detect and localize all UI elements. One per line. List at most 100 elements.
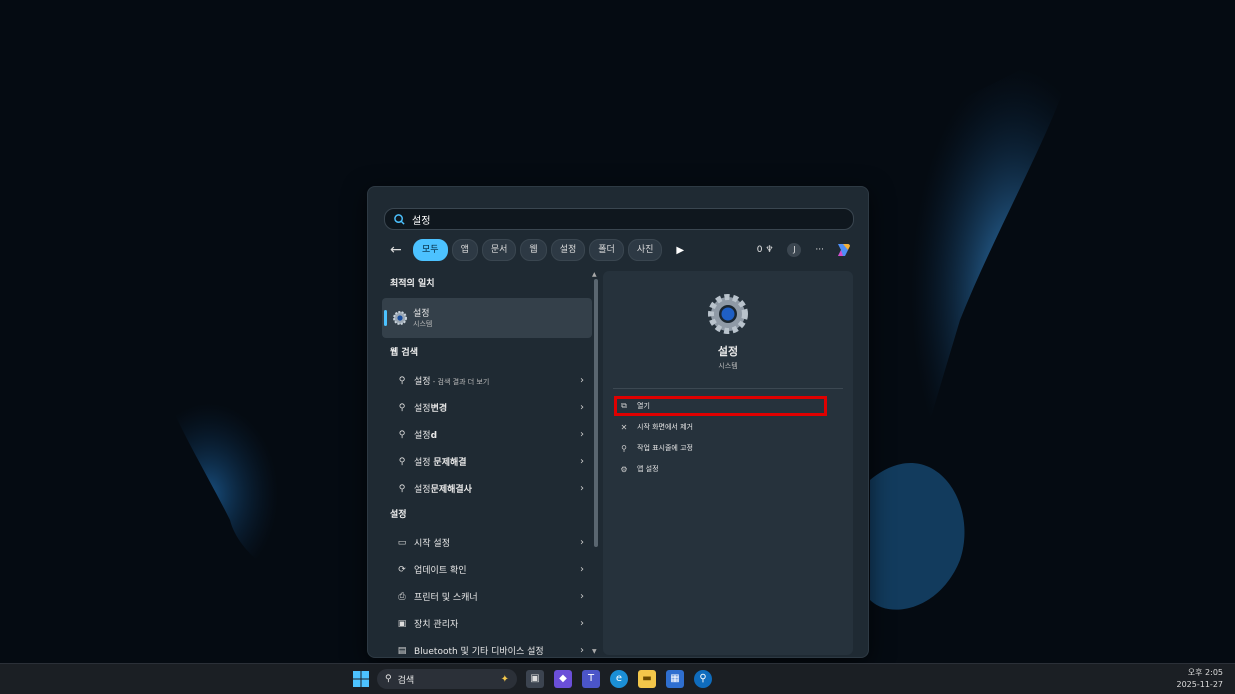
search-icon: ⚲ <box>398 483 406 494</box>
settings-result-item[interactable]: ▤ Bluetooth 및 기타 디바이스 설정 › <box>382 637 592 655</box>
web-result-label: 설정문제해결사 <box>414 485 472 495</box>
bluetooth-devices-icon: ▤ <box>397 645 407 656</box>
unpin-icon: ✕ <box>620 422 628 432</box>
sparkle-icon: ✦ <box>500 673 509 685</box>
search-icon: ⚲ <box>398 402 406 413</box>
start-search-panel: ← 모두 앱 문서 웹 설정 폴더 사진 ▶ 0 ♆ J ··· 최적의 일치 … <box>367 186 869 658</box>
chevron-right-icon: › <box>580 618 584 629</box>
best-match-item[interactable]: 설정 시스템 <box>382 298 592 338</box>
app-settings-label: 앱 설정 <box>637 465 659 473</box>
settings-result-item[interactable]: ▭ 시작 설정 › <box>382 529 592 556</box>
settings-result-label: 시작 설정 <box>414 539 450 549</box>
web-result-label: 설정변경 <box>414 404 448 414</box>
tab-apps[interactable]: 앱 <box>451 239 478 261</box>
settings-result-label: Bluetooth 및 기타 디바이스 설정 <box>414 647 544 655</box>
clock-date: 2025-11-27 <box>1176 680 1224 689</box>
taskbar: ⚲ 검색 ✦ ▣ ◆ T e ▬ ▦ ⚲ 오후 2:05 2025-11-27 <box>0 663 1235 694</box>
clock-time: 오후 2:05 <box>1187 668 1223 677</box>
settings-result-label: 업데이트 확인 <box>414 566 467 576</box>
settings-result-item[interactable]: ⟳ 업데이트 확인 › <box>382 556 592 583</box>
tab-all[interactable]: 모두 <box>413 239 448 261</box>
chevron-right-icon: › <box>580 591 584 602</box>
web-result-item[interactable]: ⚲ 설정 - 검색 결과 더 보기 › <box>382 367 592 394</box>
search-icon: ⚲ <box>385 674 392 684</box>
results-list: 최적의 일치 설정 시스템 웹 검색 ⚲ 설정 - 검색 결과 더 보기 › ⚲… <box>382 271 592 655</box>
chevron-right-icon: › <box>580 537 584 548</box>
copilot-icon[interactable]: ◆ <box>554 670 572 688</box>
filter-bar: ← 모두 앱 문서 웹 설정 폴더 사진 ▶ <box>390 239 684 261</box>
web-result-item[interactable]: ⚲ 설정변경 › <box>382 394 592 421</box>
search-icon: ⚲ <box>398 429 406 440</box>
pin-icon: ⚲ <box>621 443 627 453</box>
tab-settings[interactable]: 설정 <box>550 239 586 261</box>
scroll-up-icon[interactable]: ▲ <box>592 271 597 278</box>
chevron-right-icon: › <box>580 483 584 494</box>
web-result-label: 설정 - 검색 결과 더 보기 <box>414 377 490 387</box>
selection-indicator <box>384 310 387 326</box>
gear-icon: ⚙ <box>620 464 628 474</box>
search-input[interactable] <box>410 212 814 226</box>
best-match-heading: 최적의 일치 <box>390 279 435 289</box>
highlight-box <box>614 396 827 416</box>
refresh-icon: ⟳ <box>398 564 406 575</box>
tab-folders[interactable]: 폴더 <box>589 239 624 261</box>
rewards-points[interactable]: 0 ♆ <box>757 245 774 255</box>
tab-photos[interactable]: 사진 <box>627 239 663 261</box>
results-scrollbar[interactable]: ▲ ▼ <box>592 271 600 655</box>
edge-icon[interactable]: e <box>610 670 628 688</box>
trophy-icon: ♆ <box>765 245 774 255</box>
preview-pane: 설정 시스템 ⧉ 열기 ✕ 시작 화면에서 제거 ⚲ 작업 표시줄에 고정 ⚙ … <box>603 271 853 655</box>
web-result-item[interactable]: ⚲ 설정d › <box>382 421 592 448</box>
app-settings-action[interactable]: ⚙ 앱 설정 <box>619 461 659 477</box>
web-result-label: 설정 문제해결 <box>414 458 467 468</box>
task-view-icon[interactable]: ▣ <box>526 670 544 688</box>
taskbar-search-placeholder: 검색 <box>397 675 415 686</box>
pin-taskbar-action[interactable]: ⚲ 작업 표시줄에 고정 <box>619 440 693 456</box>
windows-start-icon[interactable] <box>352 670 370 688</box>
web-result-item[interactable]: ⚲ 설정문제해결사 › <box>382 475 592 502</box>
settings-result-item[interactable]: ▣ 장치 관리자 › <box>382 610 592 637</box>
start-icon: ▭ <box>397 537 407 548</box>
preview-app-name: 설정 <box>717 345 739 358</box>
divider <box>613 388 843 389</box>
search-icon: ⚲ <box>398 456 406 467</box>
unpin-start-label: 시작 화면에서 제거 <box>637 423 693 431</box>
microsoft-store-icon[interactable]: ▦ <box>666 670 684 688</box>
scroll-down-icon[interactable]: ▼ <box>592 648 597 655</box>
pin-taskbar-label: 작업 표시줄에 고정 <box>637 444 693 452</box>
unpin-start-action[interactable]: ✕ 시작 화면에서 제거 <box>619 419 693 435</box>
web-result-label: 설정d <box>414 431 438 441</box>
search-box[interactable] <box>384 208 854 230</box>
copilot-icon[interactable] <box>834 241 852 259</box>
back-arrow-icon[interactable]: ← <box>390 242 408 258</box>
avatar[interactable]: J <box>787 243 802 257</box>
tab-documents[interactable]: 문서 <box>481 239 517 261</box>
chevron-right-icon: › <box>580 402 584 413</box>
scrollbar-thumb[interactable] <box>594 279 598 547</box>
file-explorer-icon[interactable]: ▬ <box>638 670 656 688</box>
settings-heading: 설정 <box>390 510 407 520</box>
filter-bar-right: 0 ♆ J ··· <box>757 241 852 259</box>
chevron-right-icon: › <box>580 429 584 440</box>
tab-web[interactable]: 웹 <box>520 239 547 261</box>
system-clock[interactable]: 오후 2:05 2025-11-27 <box>1177 667 1224 691</box>
settings-gear-icon <box>708 294 748 334</box>
more-filters-arrow-icon[interactable]: ▶ <box>676 245 684 256</box>
web-search-heading: 웹 검색 <box>390 348 418 358</box>
settings-result-label: 프린터 및 스캐너 <box>414 593 478 603</box>
search-icon: ⚲ <box>398 375 406 386</box>
settings-result-item[interactable]: ⎙ 프린터 및 스캐너 › <box>382 583 592 610</box>
device-manager-icon: ▣ <box>397 618 407 629</box>
more-options-icon[interactable]: ··· <box>815 245 824 255</box>
settings-result-label: 장치 관리자 <box>414 620 459 630</box>
teams-icon[interactable]: T <box>582 670 600 688</box>
settings-gear-icon <box>393 311 407 325</box>
search-app-icon[interactable]: ⚲ <box>694 670 712 688</box>
best-match-name: 설정 <box>413 309 430 319</box>
web-result-item[interactable]: ⚲ 설정 문제해결 › <box>382 448 592 475</box>
chevron-right-icon: › <box>580 564 584 575</box>
printer-icon: ⎙ <box>398 591 406 602</box>
taskbar-search[interactable]: ⚲ 검색 ✦ <box>377 669 517 689</box>
chevron-right-icon: › <box>580 645 584 655</box>
search-icon <box>394 213 405 225</box>
